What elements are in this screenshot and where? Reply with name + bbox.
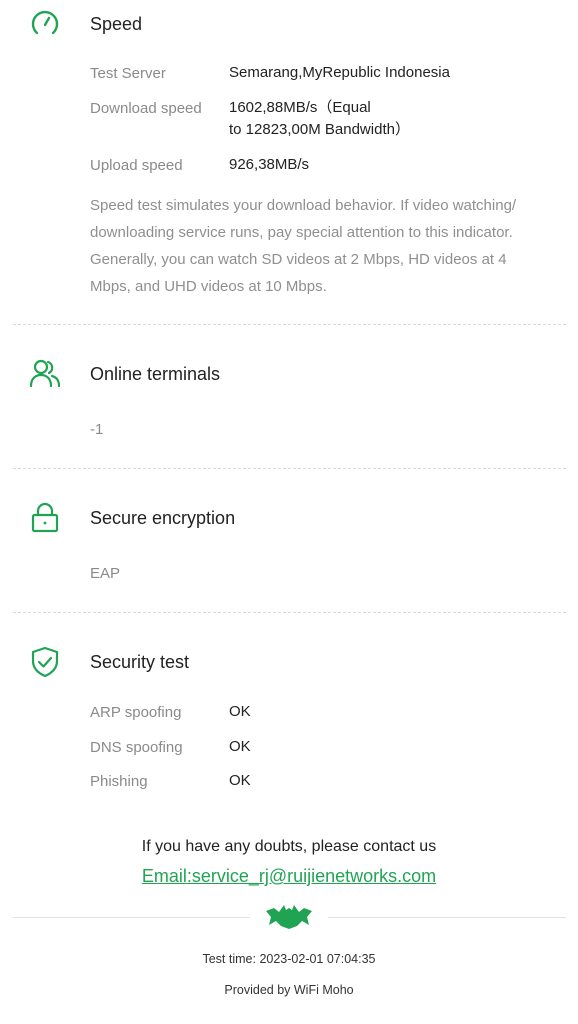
- arp-spoofing-label: ARP spoofing: [90, 704, 182, 721]
- download-speed-value-line1: 1602,88MB/s（Equal: [229, 99, 371, 116]
- phishing-value: OK: [229, 772, 251, 789]
- email-link[interactable]: Email:service_rj@ruijienetworks.com: [0, 866, 578, 887]
- test-time: Test time: 2023-02-01 07:04:35: [202, 952, 376, 966]
- upload-speed-label: Upload speed: [90, 157, 183, 174]
- speedometer-icon: [28, 6, 62, 40]
- dns-spoofing-label: DNS spoofing: [90, 739, 183, 756]
- arp-spoofing-value: OK: [229, 703, 251, 720]
- online-terminals-title: Online terminals: [90, 364, 221, 384]
- footer-divider-left: [13, 917, 250, 918]
- secure-encryption-value: EAP: [90, 565, 121, 582]
- shield-check-icon: [28, 645, 62, 679]
- upload-speed-value: 926,38MB/s: [229, 156, 310, 173]
- download-speed-label: Download speed: [90, 100, 202, 117]
- contact-text: If you have any doubts, please contact u…: [141, 838, 437, 855]
- secure-encryption-title: Secure encryption: [90, 508, 236, 528]
- speed-title: Speed: [90, 14, 143, 34]
- provided-by: Provided by WiFi Moho: [224, 983, 354, 997]
- online-terminals-section: Online terminals -1: [0, 325, 578, 468]
- test-server-label: Test Server: [90, 65, 166, 82]
- security-test-title: Security test: [90, 652, 190, 672]
- speed-description: Speed test simulates your download behav…: [90, 197, 517, 295]
- phishing-label: Phishing: [90, 773, 148, 790]
- speed-section: Speed Test Server Semarang,MyRepublic In…: [0, 0, 578, 324]
- dns-spoofing-value: OK: [229, 738, 251, 755]
- secure-encryption-section: Secure encryption EAP: [0, 469, 578, 612]
- download-speed-value-line2: to 12823,00M Bandwidth）: [229, 121, 410, 138]
- bat-logo-icon: [264, 903, 314, 931]
- lock-icon: [28, 501, 62, 535]
- users-icon: [28, 357, 62, 391]
- test-server-value: Semarang,MyRepublic Indonesia: [229, 64, 450, 81]
- footer-divider-right: [328, 917, 566, 918]
- online-terminals-value: -1: [90, 421, 104, 438]
- security-test-section: Security test ARP spoofing OK DNS spoofi…: [0, 613, 578, 813]
